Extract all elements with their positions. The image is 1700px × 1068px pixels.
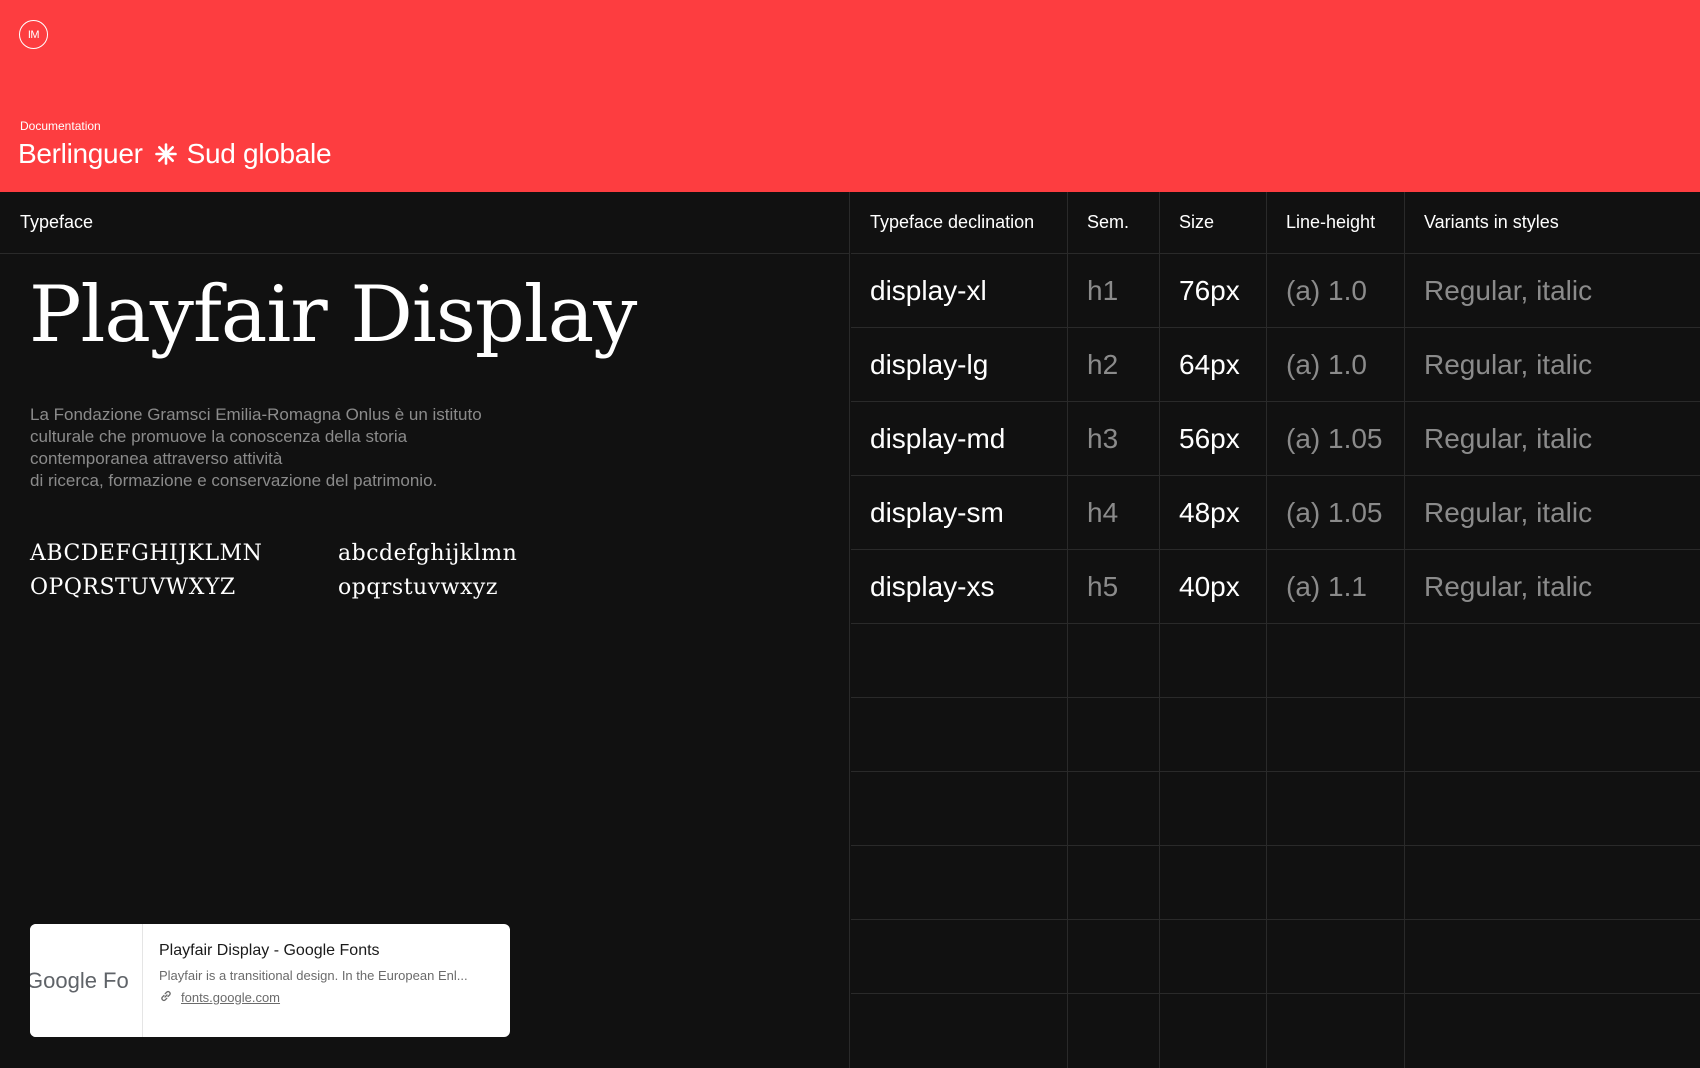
empty-cell: [1405, 846, 1700, 919]
column-header-line-height: Line-height: [1267, 192, 1405, 253]
font-description: La Fondazione Gramsci Emilia-Romagna Onl…: [30, 405, 482, 490]
table-row: display-xl h1 76px (a) 1.0 Regular, ital…: [851, 254, 1700, 328]
typeface-heading: Typeface: [0, 192, 849, 254]
card-thumbnail: Google Fo: [30, 924, 143, 1037]
semantic-cell: h1: [1068, 254, 1160, 327]
size-cell: 48px: [1160, 476, 1267, 549]
empty-cell: [1160, 624, 1267, 697]
empty-cell: [1068, 698, 1160, 771]
card-link[interactable]: fonts.google.com: [159, 989, 494, 1006]
table-row: display-lg h2 64px (a) 1.0 Regular, ital…: [851, 328, 1700, 402]
table-row: display-md h3 56px (a) 1.05 Regular, ita…: [851, 402, 1700, 476]
size-cell: 64px: [1160, 328, 1267, 401]
empty-cell: [1160, 698, 1267, 771]
google-fonts-logo: Google Fo: [30, 968, 129, 993]
card-title: Playfair Display - Google Fonts: [159, 942, 380, 959]
empty-cell: [1267, 624, 1405, 697]
semantic-cell: h5: [1068, 550, 1160, 623]
line-height-cell: (a) 1.05: [1267, 402, 1405, 475]
uppercase-alphabet: ABCDEFGHIJKLMN OPQRSTUVWXYZ: [30, 541, 263, 600]
empty-cell: [851, 846, 1068, 919]
empty-row: [851, 624, 1700, 698]
empty-cell: [1068, 994, 1160, 1068]
empty-cell: [1068, 624, 1160, 697]
declination-cell: display-lg: [851, 328, 1068, 401]
empty-cell: [1160, 846, 1267, 919]
column-header-size: Size: [1160, 192, 1267, 253]
declination-cell: display-sm: [851, 476, 1068, 549]
empty-cell: [1267, 994, 1405, 1068]
declination-cell: display-xs: [851, 550, 1068, 623]
empty-cell: [1160, 994, 1267, 1068]
table-header-row: Typeface declination Sem. Size Line-heig…: [851, 192, 1700, 254]
line-height-cell: (a) 1.05: [1267, 476, 1405, 549]
empty-row: [851, 846, 1700, 920]
empty-row: [851, 772, 1700, 846]
empty-cell: [1267, 772, 1405, 845]
google-fonts-link-card[interactable]: Google Fo Playfair Display - Google Font…: [30, 924, 510, 1037]
logo[interactable]: IM: [19, 20, 48, 49]
header-banner: IM Documentation Berlinguer Sud globale: [0, 0, 1700, 192]
empty-row: [851, 994, 1700, 1068]
size-cell: 40px: [1160, 550, 1267, 623]
semantic-cell: h3: [1068, 402, 1160, 475]
empty-row: [851, 920, 1700, 994]
semantic-cell: h2: [1068, 328, 1160, 401]
font-specimen: Playfair Display: [29, 270, 637, 360]
asterisk-icon: [154, 143, 177, 165]
empty-cell: [1405, 994, 1700, 1068]
empty-cell: [851, 624, 1068, 697]
empty-cell: [851, 920, 1068, 993]
section-label: Documentation: [20, 119, 101, 133]
empty-cell: [851, 994, 1068, 1068]
size-cell: 56px: [1160, 402, 1267, 475]
card-body: Playfair Display - Google Fonts Playfair…: [143, 924, 510, 1037]
empty-cell: [1405, 772, 1700, 845]
variants-cell: Regular, italic: [1424, 422, 1593, 454]
card-description: Playfair is a transitional design. In th…: [159, 968, 468, 983]
empty-cell: [1405, 920, 1700, 993]
variants-cell: Regular, italic: [1424, 570, 1593, 602]
column-header-semantic: Sem.: [1068, 192, 1160, 253]
size-cell: 76px: [1160, 254, 1267, 327]
empty-cell: [1068, 846, 1160, 919]
column-header-variants: Variants in styles: [1424, 212, 1559, 232]
column-header-declination: Typeface declination: [851, 192, 1068, 253]
empty-cell: [1267, 846, 1405, 919]
declination-cell: display-xl: [851, 254, 1068, 327]
line-height-cell: (a) 1.1: [1267, 550, 1405, 623]
table-row: display-xs h5 40px (a) 1.1 Regular, ital…: [851, 550, 1700, 624]
empty-cell: [1267, 920, 1405, 993]
line-height-cell: (a) 1.0: [1267, 254, 1405, 327]
title-left: Berlinguer: [18, 138, 143, 169]
lowercase-alphabet: abcdefghijklmn opqrstuvwxyz: [338, 541, 518, 600]
variants-cell: Regular, italic: [1424, 496, 1593, 528]
empty-cell: [851, 698, 1068, 771]
variants-cell: Regular, italic: [1424, 348, 1593, 380]
empty-cell: [1068, 772, 1160, 845]
variants-cell: Regular, italic: [1424, 274, 1593, 306]
card-url[interactable]: fonts.google.com: [181, 990, 280, 1005]
declination-cell: display-md: [851, 402, 1068, 475]
link-icon: [159, 989, 173, 1006]
empty-cell: [1160, 772, 1267, 845]
empty-cell: [1405, 698, 1700, 771]
empty-cell: [1068, 920, 1160, 993]
typeface-table: Typeface declination Sem. Size Line-heig…: [851, 192, 1700, 1068]
line-height-cell: (a) 1.0: [1267, 328, 1405, 401]
table-row: display-sm h4 48px (a) 1.05 Regular, ita…: [851, 476, 1700, 550]
empty-cell: [851, 772, 1068, 845]
title-right: Sud globale: [186, 138, 332, 169]
semantic-cell: h4: [1068, 476, 1160, 549]
empty-cell: [1267, 698, 1405, 771]
empty-row: [851, 698, 1700, 772]
empty-cell: [1405, 624, 1700, 697]
logo-text: IM: [27, 28, 40, 41]
empty-cell: [1160, 920, 1267, 993]
page-title: Berlinguer Sud globale: [18, 138, 332, 170]
